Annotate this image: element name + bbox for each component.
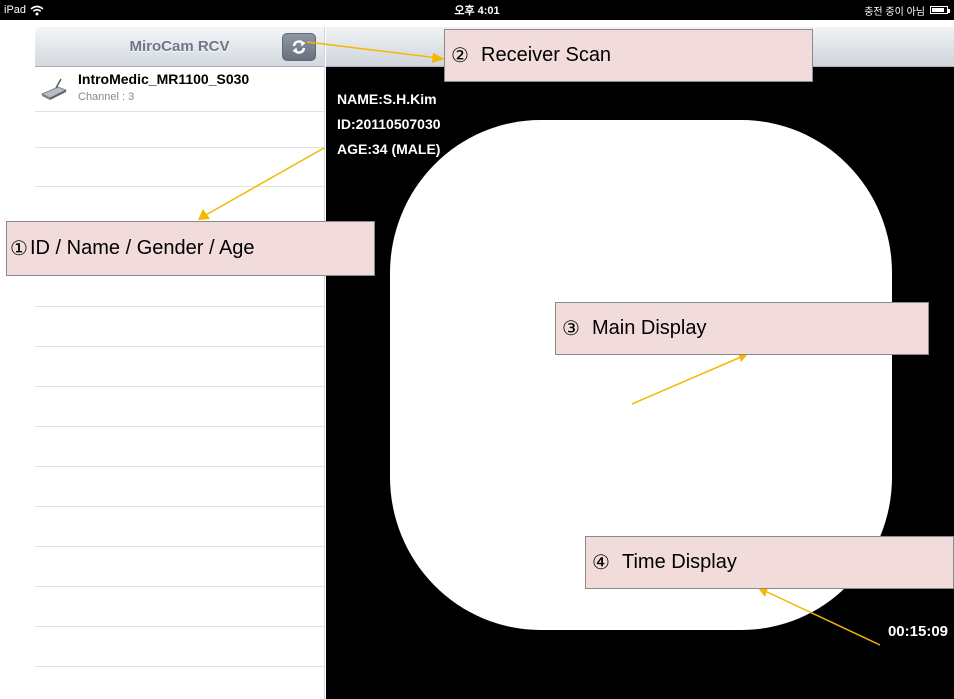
patient-info: NAME:S.H.Kim ID:20110507030 AGE:34 (MALE… — [337, 87, 441, 162]
patient-id: ID:20110507030 — [337, 116, 441, 132]
receiver-scan-button[interactable] — [282, 33, 316, 61]
app-title: MiroCam RCV — [129, 38, 230, 55]
status-time: 오후 4:01 — [454, 5, 500, 17]
row-divider — [35, 306, 324, 307]
wifi-icon — [30, 5, 44, 15]
receiver-name: IntroMedic_MR1100_S030 — [78, 71, 250, 87]
row-divider — [35, 506, 324, 507]
receiver-list-pane: MiroCam RCV IntroMedic_MR1100_S030 Chann… — [35, 27, 325, 699]
list-item[interactable]: IntroMedic_MR1100_S030 Channel : 3 — [35, 67, 324, 112]
row-divider — [35, 626, 324, 627]
callout-id-name: ① ID / Name / Gender / Age — [6, 221, 375, 276]
receiver-channel: Channel : 3 — [78, 91, 135, 103]
callout-number: ③ — [562, 318, 580, 340]
row-divider — [35, 586, 324, 587]
row-divider — [35, 466, 324, 467]
battery-icon — [930, 6, 950, 14]
callout-receiver-scan: ② Receiver Scan — [444, 29, 813, 82]
status-bar: iPad 오후 4:01 충전 중이 아님 — [0, 0, 954, 20]
callout-label: Receiver Scan — [481, 44, 612, 66]
patient-name: NAME:S.H.Kim — [337, 91, 437, 107]
main-display-pane: NAME:S.H.Kim ID:20110507030 AGE:34 (MALE… — [326, 27, 954, 699]
callout-time-display: ④ Time Display — [585, 536, 954, 589]
time-display: 00:15:09 — [887, 623, 948, 640]
row-divider — [35, 111, 324, 112]
master-nav-bar: MiroCam RCV — [35, 27, 324, 67]
status-right: 충전 중이 아님 — [864, 3, 950, 18]
row-divider — [35, 386, 324, 387]
callout-number: ④ — [592, 552, 610, 574]
callout-number: ② — [451, 45, 469, 67]
status-left: iPad — [4, 4, 44, 16]
callout-label: Time Display — [622, 551, 737, 573]
row-divider — [35, 346, 324, 347]
receiver-icon — [41, 78, 67, 100]
callout-number: ① — [10, 238, 28, 260]
callout-main-display: ③ Main Display — [555, 302, 929, 355]
row-divider — [35, 546, 324, 547]
callout-label: ID / Name / Gender / Age — [30, 237, 255, 259]
charging-status: 충전 중이 아님 — [864, 6, 925, 18]
row-divider — [35, 147, 324, 148]
receiver-list: IntroMedic_MR1100_S030 Channel : 3 — [35, 67, 324, 699]
row-divider — [35, 426, 324, 427]
row-divider — [35, 186, 324, 187]
refresh-icon — [292, 40, 306, 54]
patient-age: AGE:34 (MALE) — [337, 141, 441, 157]
row-divider — [35, 666, 324, 667]
device-label: iPad — [4, 4, 27, 16]
callout-label: Main Display — [592, 317, 707, 339]
